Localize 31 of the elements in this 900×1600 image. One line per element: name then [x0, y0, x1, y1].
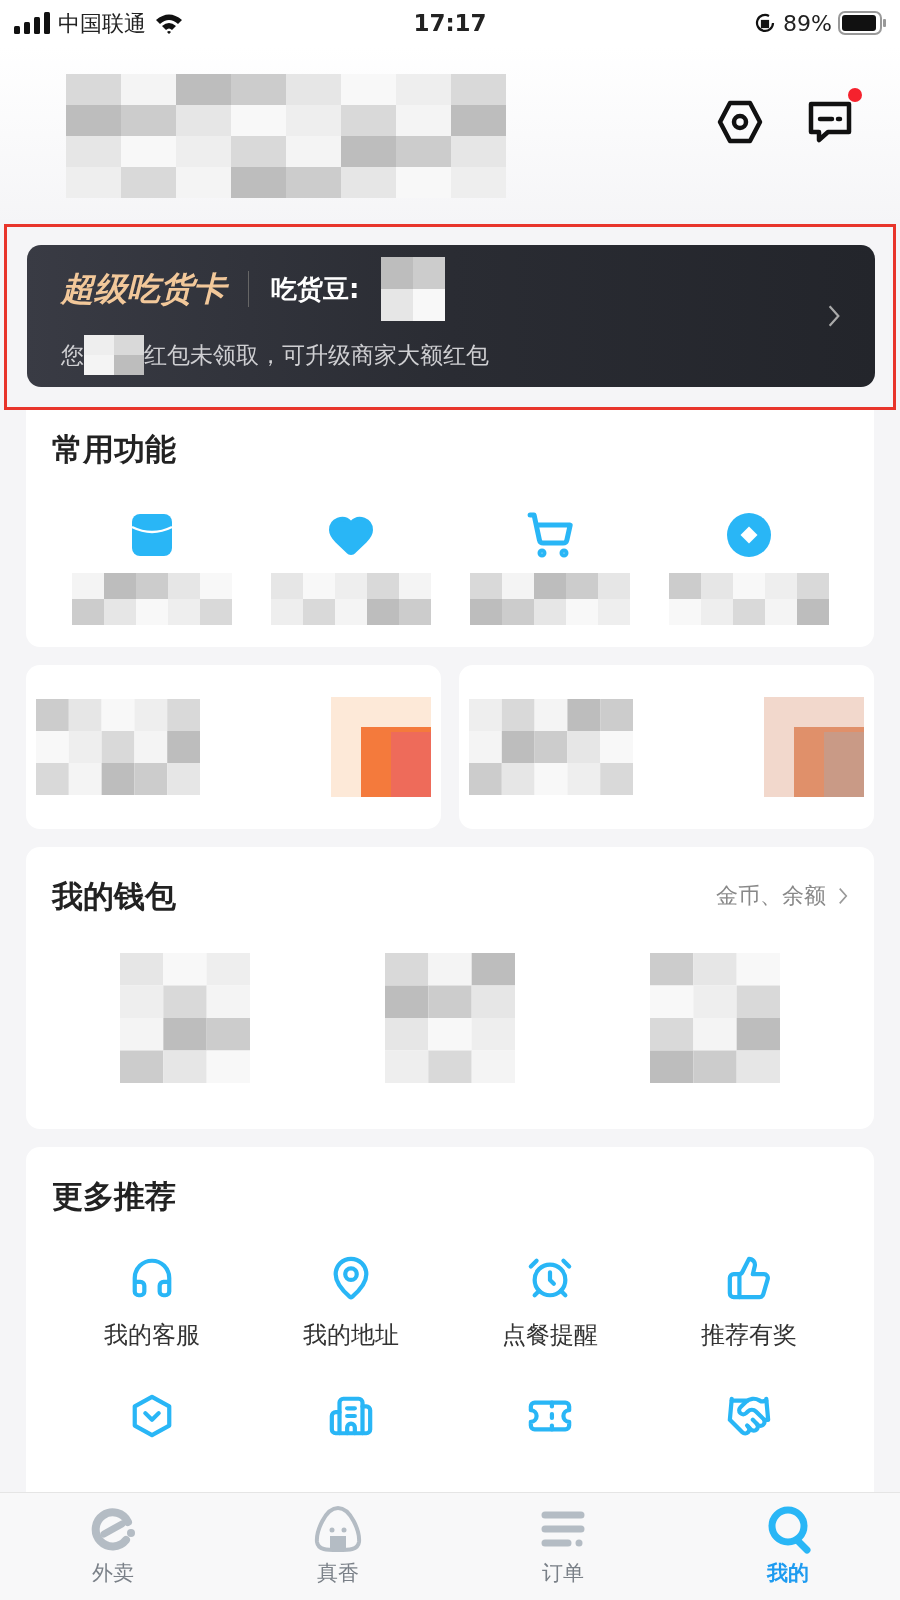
thumbs-up-icon[interactable]	[725, 1255, 772, 1301]
clock-time: 17:17	[413, 8, 487, 38]
battery-percent: 89%	[783, 9, 832, 38]
shortcut-item[interactable]: 我的客服	[52, 1255, 251, 1353]
wallet-link[interactable]: 金币、余额	[716, 879, 848, 913]
shortcut-item[interactable]: 我的地址	[251, 1255, 450, 1353]
wifi-icon	[154, 12, 184, 34]
tab[interactable]: 真香	[225, 1493, 450, 1600]
promo-card[interactable]	[459, 664, 874, 829]
chevron-right-icon	[838, 886, 848, 905]
cart-icon[interactable]	[525, 510, 574, 559]
settings-icon[interactable]	[716, 98, 764, 146]
promo-card[interactable]	[26, 664, 441, 829]
signal-icon	[14, 12, 50, 34]
section-title: 更多推荐	[52, 1177, 176, 1214]
beans-label: 吃货豆:	[271, 272, 360, 306]
section-title: 我的钱包	[52, 876, 176, 916]
card-note: 红包未领取，可升级商家大额红包	[144, 340, 489, 370]
chevron-right-icon	[827, 304, 841, 328]
pixelated-redaction	[381, 257, 446, 321]
carrier-name: 中国联通	[58, 9, 146, 38]
battery-icon	[838, 11, 886, 35]
tab[interactable]: 订单	[450, 1493, 675, 1600]
tab[interactable]: 外卖	[0, 1493, 225, 1600]
section-title: 常用功能	[52, 431, 176, 467]
coin-icon[interactable]	[724, 510, 773, 559]
super-card[interactable]: 超级吃货卡 吃货豆: 您 红包未领取，可升级商家大额红包	[27, 245, 875, 387]
shortcut-item[interactable]: 点餐提醒	[450, 1255, 649, 1353]
card-note-prefix: 您	[61, 340, 84, 370]
shortcut-item[interactable]: 推荐有奖	[649, 1255, 848, 1353]
pixelated-redaction	[84, 335, 144, 375]
